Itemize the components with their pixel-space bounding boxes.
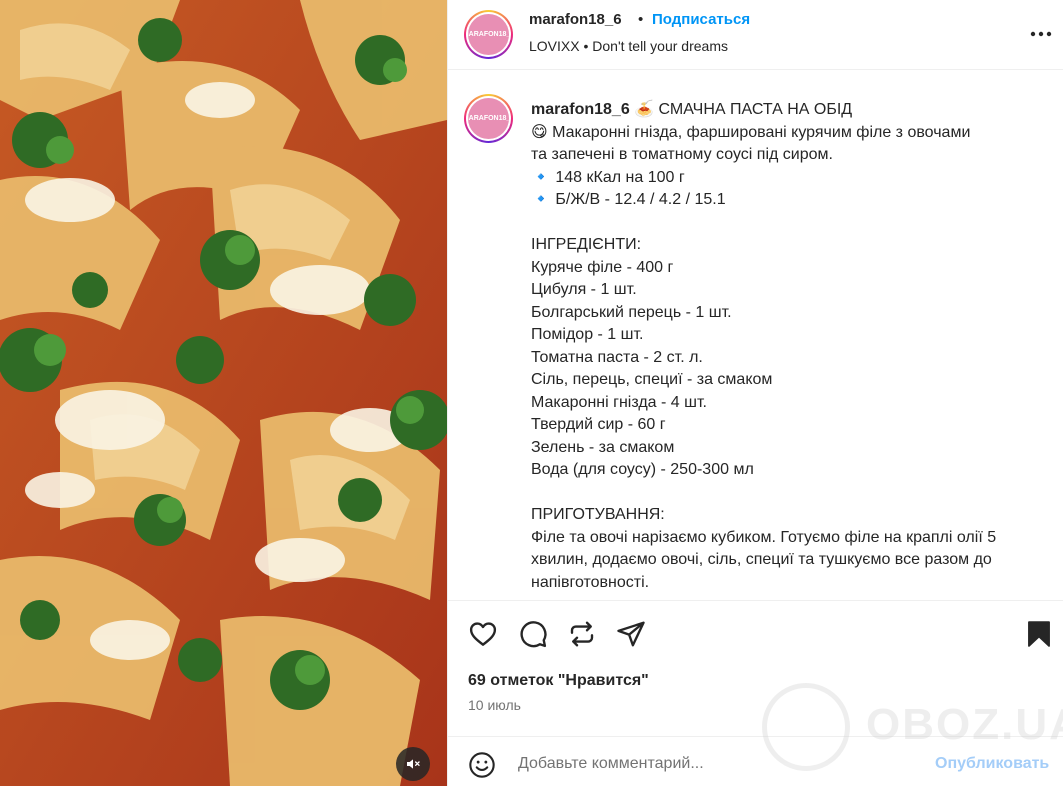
caption-line: 🔹 148 кКал на 100 г: [531, 168, 685, 186]
caption-text: marafon18_6 🍝 СМАЧНА ПАСТА НА ОБІД 😋 Мак…: [531, 99, 1047, 594]
post-panel: MARAFON18_6 marafon18_6 • Подписаться LO…: [447, 0, 1063, 786]
caption-username[interactable]: marafon18_6: [531, 101, 630, 118]
caption-line: 🔹 Б/Ж/В - 12.4 / 4.2 / 15.1: [531, 191, 726, 208]
caption-line: Болгарський перець - 1 шт.: [531, 303, 732, 321]
more-options-button[interactable]: [1029, 22, 1053, 46]
caption-line: хвилин, додаємо овочі, сіль, специї та т…: [531, 551, 992, 568]
send-icon[interactable]: [616, 619, 646, 649]
caption-line: Цибуля - 1 шт.: [531, 281, 637, 298]
caption-title: 🍝 СМАЧНА ПАСТА НА ОБІД: [634, 101, 853, 118]
caption-line: та запечені в томатному соусі під сиром.: [531, 146, 833, 163]
avatar[interactable]: MARAFON18_6: [464, 10, 513, 59]
watermark-text: OBOZ.UA: [866, 700, 1063, 749]
caption-line: Томатна паста - 2 ст. л.: [531, 348, 703, 366]
caption-line: ПРИГОТУВАННЯ:: [531, 506, 665, 523]
repost-icon[interactable]: [567, 619, 597, 649]
caption-line: [531, 482, 1047, 505]
audio-subtitle[interactable]: LOVIXX • Don't tell your dreams: [529, 38, 728, 54]
header-username[interactable]: marafon18_6: [529, 11, 622, 28]
caption-line: Вода (для соусу) - 250-300 мл: [531, 461, 754, 478]
caption-avatar-logo-text: MARAFON18_6: [468, 98, 509, 139]
bookmark-icon[interactable]: [1024, 619, 1054, 649]
caption-line: Зелень - за смаком: [531, 438, 675, 456]
post-header: MARAFON18_6 marafon18_6 • Подписаться LO…: [448, 0, 1063, 70]
caption-line: Куряче філе - 400 г: [531, 258, 674, 276]
caption-avatar[interactable]: MARAFON18_6: [464, 94, 513, 143]
post-media[interactable]: [0, 0, 447, 786]
post-date[interactable]: 10 июль: [468, 697, 521, 713]
avatar-logo-text: MARAFON18_6: [468, 14, 509, 55]
caption-line: Помідор - 1 шт.: [531, 326, 644, 343]
watermark: OBOZ.UA: [762, 680, 1063, 771]
mute-button[interactable]: [396, 747, 430, 781]
emoji-icon[interactable]: [468, 751, 496, 779]
separator-dot: •: [638, 11, 644, 28]
caption-line: Філе та овочі нарізаємо кубиком. Готуємо…: [531, 528, 997, 546]
caption-line: напівготовності.: [531, 573, 650, 591]
caption-line: Твердий сир - 60 г: [531, 416, 666, 433]
caption-line: 😋 Макаронні гнізда, фаршировані курячим …: [531, 123, 971, 141]
caption-line: Сіль, перець, специї - за смаком: [531, 371, 773, 388]
follow-button[interactable]: Подписаться: [652, 11, 750, 28]
heart-icon[interactable]: [468, 619, 498, 649]
muted-speaker-icon: [407, 759, 420, 769]
caption-line: ІНГРЕДІЄНТИ:: [531, 236, 642, 253]
more-dots-icon: [1030, 31, 1052, 37]
caption-line: Макаронні гнізда - 4 шт.: [531, 393, 707, 411]
food-photo: [0, 0, 447, 786]
watermark-globe-icon: [762, 683, 850, 771]
caption-section: MARAFON18_6 marafon18_6 🍝 СМАЧНА ПАСТА Н…: [448, 71, 1063, 599]
caption-lines: 😋 Макаронні гнізда, фаршировані курячим …: [531, 122, 1047, 595]
comment-icon[interactable]: [518, 619, 548, 649]
caption-line: [531, 212, 1047, 235]
likes-count[interactable]: 69 отметок "Нравится": [468, 672, 649, 690]
